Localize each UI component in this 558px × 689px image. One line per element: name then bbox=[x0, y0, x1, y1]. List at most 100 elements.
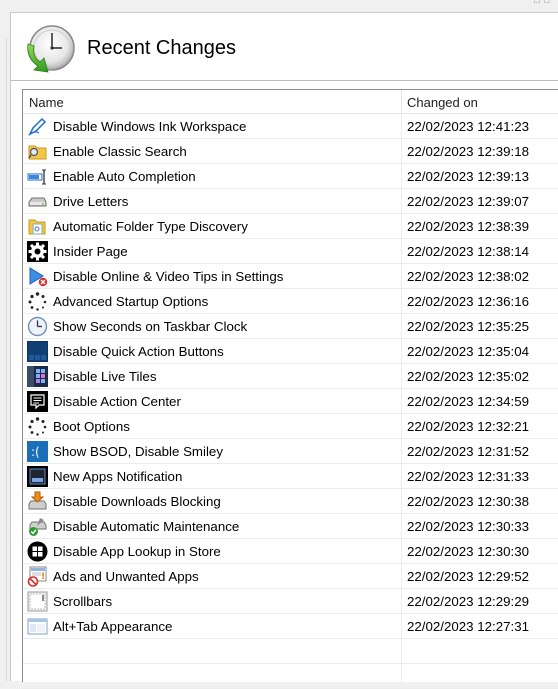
empty-row bbox=[23, 664, 558, 689]
list-item[interactable]: Enable Classic Search 22/02/2023 12:39:18 bbox=[23, 139, 558, 164]
item-changed-on: 22/02/2023 12:30:30 bbox=[407, 544, 530, 559]
item-changed-on: 22/02/2023 12:32:21 bbox=[407, 419, 530, 434]
list-item[interactable]: Disable Live Tiles 22/02/2023 12:35:02 bbox=[23, 364, 558, 389]
column-divider bbox=[401, 389, 402, 414]
list-item[interactable]: ! Ads and Unwanted Apps 22/02/2023 12:29:5… bbox=[23, 564, 558, 589]
list-item[interactable]: Alt+Tab Appearance 22/02/2023 12:27:31 bbox=[23, 614, 558, 639]
item-name: Disable Online & Video Tips in Settings bbox=[53, 269, 284, 284]
download-drive-icon bbox=[27, 491, 48, 512]
column-divider bbox=[401, 214, 402, 239]
item-name: Alt+Tab Appearance bbox=[53, 619, 173, 634]
column-divider bbox=[401, 289, 402, 314]
item-name: Show BSOD, Disable Smiley bbox=[53, 444, 223, 459]
column-divider bbox=[401, 414, 402, 439]
spinner-dots-icon bbox=[27, 291, 48, 312]
list-item[interactable]: Drive Letters 22/02/2023 12:39:07 bbox=[23, 189, 558, 214]
item-name: Drive Letters bbox=[53, 194, 129, 209]
item-name: Disable Live Tiles bbox=[53, 369, 157, 384]
windows-store-icon bbox=[27, 541, 48, 562]
item-changed-on: 22/02/2023 12:30:33 bbox=[407, 519, 530, 534]
list-item[interactable]: Disable Quick Action Buttons 22/02/2023 1… bbox=[23, 339, 558, 364]
item-name: Advanced Startup Options bbox=[53, 294, 209, 309]
list-item[interactable]: Advanced Startup Options 22/02/2023 12:36… bbox=[23, 289, 558, 314]
column-header-changed-on[interactable]: Changed on bbox=[407, 95, 478, 110]
item-changed-on: 22/02/2023 12:27:31 bbox=[407, 619, 530, 634]
column-divider bbox=[401, 239, 402, 264]
item-changed-on: 22/02/2023 12:29:52 bbox=[407, 569, 530, 584]
item-changed-on: 22/02/2023 12:31:52 bbox=[407, 444, 530, 459]
list-item[interactable]: Disable Downloads Blocking 22/02/2023 12:… bbox=[23, 489, 558, 514]
list-item[interactable]: Disable Automatic Maintenance 22/02/2023 … bbox=[23, 514, 558, 539]
item-name: New Apps Notification bbox=[53, 469, 183, 484]
item-name: Scrollbars bbox=[53, 594, 113, 609]
column-divider bbox=[401, 589, 402, 614]
list-item[interactable]: Disable Windows Ink Workspace 22/02/2023 … bbox=[23, 114, 558, 139]
item-changed-on: 22/02/2023 12:38:39 bbox=[407, 219, 530, 234]
list-item[interactable]: Scrollbars 22/02/2023 12:29:29 bbox=[23, 589, 558, 614]
clipped-toolbar-remnant: ⌂ ⌂ bbox=[533, 0, 550, 6]
item-name: Automatic Folder Type Discovery bbox=[53, 219, 248, 234]
live-tiles-icon bbox=[27, 366, 48, 387]
item-changed-on: 22/02/2023 12:39:13 bbox=[407, 169, 530, 184]
column-divider[interactable] bbox=[401, 90, 402, 113]
column-divider bbox=[401, 439, 402, 464]
item-name: Ads and Unwanted Apps bbox=[53, 569, 199, 584]
item-changed-on: 22/02/2023 12:36:16 bbox=[407, 294, 530, 309]
play-blocked-icon bbox=[27, 266, 48, 287]
column-divider bbox=[401, 564, 402, 589]
item-name: Enable Classic Search bbox=[53, 144, 187, 159]
page-title: Recent Changes bbox=[87, 37, 236, 59]
list-item[interactable]: New Apps Notification 22/02/2023 12:31:33 bbox=[23, 464, 558, 489]
top-strip: ⌂ ⌂ bbox=[0, 0, 558, 12]
folder-search-icon bbox=[27, 141, 48, 162]
text-cursor-icon bbox=[27, 166, 48, 187]
column-divider bbox=[401, 164, 402, 189]
item-name: Insider Page bbox=[53, 244, 128, 259]
gear-icon bbox=[27, 241, 48, 262]
header-divider bbox=[11, 80, 558, 81]
item-changed-on: 22/02/2023 12:29:29 bbox=[407, 594, 530, 609]
column-divider bbox=[401, 489, 402, 514]
svg-text::(: :( bbox=[31, 445, 40, 459]
list-item[interactable]: Enable Auto Completion 22/02/2023 12:39:1… bbox=[23, 164, 558, 189]
column-divider bbox=[401, 339, 402, 364]
list-item[interactable]: Boot Options 22/02/2023 12:32:21 bbox=[23, 414, 558, 439]
spinner-dots-icon bbox=[27, 416, 48, 437]
list-item[interactable]: Automatic Folder Type Discovery 22/02/202… bbox=[23, 214, 558, 239]
column-divider bbox=[401, 114, 402, 139]
item-name: Show Seconds on Taskbar Clock bbox=[53, 319, 248, 334]
list-item[interactable]: Show Seconds on Taskbar Clock 22/02/2023 … bbox=[23, 314, 558, 339]
left-frame-divider bbox=[6, 38, 7, 681]
quick-actions-icon bbox=[27, 341, 48, 362]
item-name: Disable App Lookup in Store bbox=[53, 544, 221, 559]
changes-list[interactable]: Name Changed on Disable Windows Ink Work… bbox=[22, 89, 558, 689]
column-divider bbox=[401, 539, 402, 564]
column-divider bbox=[401, 639, 402, 664]
empty-row bbox=[23, 639, 558, 664]
list-item[interactable]: :( Show BSOD, Disable Smiley 22/02/2023 12… bbox=[23, 439, 558, 464]
item-changed-on: 22/02/2023 12:31:33 bbox=[407, 469, 530, 484]
item-changed-on: 22/02/2023 12:35:04 bbox=[407, 344, 530, 359]
item-name: Disable Windows Ink Workspace bbox=[53, 119, 247, 134]
column-divider bbox=[401, 664, 402, 689]
svg-text:!: ! bbox=[41, 572, 45, 582]
maintenance-check-icon bbox=[27, 516, 48, 537]
column-divider bbox=[401, 464, 402, 489]
alt-tab-window-icon bbox=[27, 616, 48, 637]
column-divider bbox=[401, 314, 402, 339]
bsod-smiley-icon: :( bbox=[27, 441, 48, 462]
list-item[interactable]: Disable Action Center 22/02/2023 12:34:59 bbox=[23, 389, 558, 414]
column-divider bbox=[401, 189, 402, 214]
item-changed-on: 22/02/2023 12:30:38 bbox=[407, 494, 530, 509]
list-item[interactable]: Insider Page 22/02/2023 12:38:14 bbox=[23, 239, 558, 264]
column-header-name[interactable]: Name bbox=[29, 95, 64, 110]
item-name: Disable Automatic Maintenance bbox=[53, 519, 240, 534]
folder-document-icon bbox=[27, 216, 48, 237]
panel-header: Recent Changes bbox=[11, 13, 558, 81]
drive-icon bbox=[27, 191, 48, 212]
pen-icon bbox=[27, 116, 48, 137]
item-name: Disable Action Center bbox=[53, 394, 181, 409]
column-divider bbox=[401, 514, 402, 539]
list-item[interactable]: Disable Online & Video Tips in Settings 2… bbox=[23, 264, 558, 289]
list-item[interactable]: Disable App Lookup in Store 22/02/2023 12… bbox=[23, 539, 558, 564]
